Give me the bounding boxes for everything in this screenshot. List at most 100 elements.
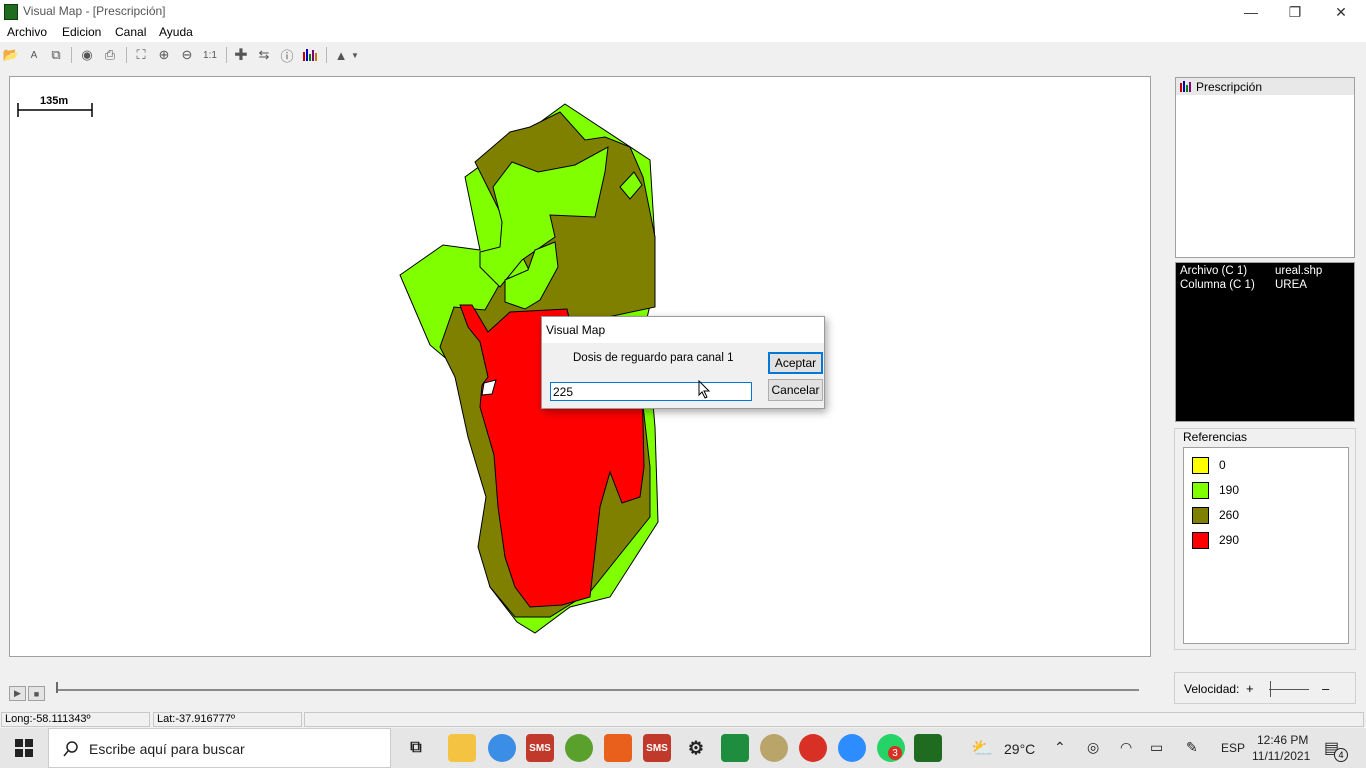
legend-item[interactable]: 190: [1192, 481, 1342, 499]
text-tool-icon[interactable]: ▲: [332, 46, 350, 64]
notification-badge: 4: [1334, 748, 1348, 762]
legend-swatch: [1192, 456, 1209, 474]
close-button[interactable]: ✕: [1318, 0, 1364, 24]
edge-icon[interactable]: [488, 734, 516, 762]
file-explorer-icon[interactable]: [448, 734, 476, 762]
status-empty: [304, 712, 1364, 727]
legend-label: 290: [1219, 533, 1240, 547]
zoom-app-icon[interactable]: [838, 734, 866, 762]
meet-icon[interactable]: ◎: [1087, 739, 1099, 756]
cancel-button[interactable]: Cancelar: [768, 379, 823, 401]
clock-date[interactable]: 11/11/2021: [1252, 749, 1310, 763]
battery-icon[interactable]: ▭: [1150, 739, 1163, 756]
globe-icon[interactable]: ◉: [78, 46, 96, 64]
wifi-icon[interactable]: ◠: [1120, 739, 1132, 756]
clock-time[interactable]: 12:46 PM: [1257, 733, 1308, 747]
chrome-icon[interactable]: [799, 734, 827, 762]
legend-item[interactable]: 260: [1192, 506, 1342, 524]
timeline-track[interactable]: [57, 689, 1139, 691]
app-orange-icon[interactable]: [604, 734, 632, 762]
dropdown-arrow-icon[interactable]: ▼: [350, 46, 360, 64]
info-icon[interactable]: ⓘ: [278, 46, 296, 64]
stop-button[interactable]: ■: [28, 686, 45, 701]
speed-slider[interactable]: [1269, 689, 1309, 690]
weather-icon[interactable]: ⛅: [971, 738, 993, 759]
task-view-icon[interactable]: ⧉: [402, 734, 430, 762]
settings-icon[interactable]: ⚙: [682, 734, 710, 762]
status-latitude: Lat:-37.916777º: [153, 712, 302, 727]
toolbar: 📂 A ⧉ ◉ ⎙ ⛶ ⊕ ⊖ 1:1 ✚ ⇆ ⓘ ▲ ▼: [0, 42, 1366, 68]
prescription-header[interactable]: Prescripción: [1176, 78, 1354, 95]
toolbar-separator: [71, 47, 72, 63]
taskbar-search[interactable]: Escribe aquí para buscar: [48, 728, 391, 768]
speed-minus-button[interactable]: –: [1322, 681, 1329, 696]
speed-slider-thumb[interactable]: [1270, 681, 1271, 697]
zoom-out-icon[interactable]: ⊖: [178, 46, 196, 64]
start-button[interactable]: [0, 728, 48, 768]
select-icon[interactable]: ⛶: [132, 46, 150, 64]
language-indicator[interactable]: ESP: [1221, 741, 1245, 755]
speed-plus-button[interactable]: +: [1246, 681, 1254, 696]
legend-item[interactable]: 0: [1192, 456, 1342, 474]
toolbar-separator: [126, 47, 127, 63]
playback-bar: ▶ ■: [0, 678, 1150, 701]
prescription-title: Prescripción: [1196, 80, 1263, 94]
paint-icon[interactable]: [760, 734, 788, 762]
chart-icon[interactable]: [301, 46, 319, 64]
windows-icon: [15, 739, 33, 757]
menu-bar: Archivo Edicion Canal Ayuda: [0, 24, 1366, 42]
menu-ayuda[interactable]: Ayuda: [159, 25, 193, 39]
sms-app-icon[interactable]: SMS: [526, 734, 554, 762]
print-icon[interactable]: ⎙: [101, 46, 119, 64]
info-key: Columna (C 1): [1180, 279, 1255, 291]
title-bar: Visual Map - [Prescripción] — ❐ ✕: [0, 0, 1366, 24]
visual-map-app-icon[interactable]: [914, 734, 942, 762]
menu-canal[interactable]: Canal: [115, 25, 146, 39]
open-folder-icon[interactable]: 📂: [2, 46, 20, 64]
toolbar-separator: [326, 47, 327, 63]
accept-button[interactable]: Aceptar: [768, 352, 823, 374]
legend-label: 0: [1219, 458, 1226, 472]
search-placeholder: Escribe aquí para buscar: [89, 741, 245, 757]
info-value: UREA: [1275, 279, 1307, 291]
spreadsheet-icon[interactable]: [721, 734, 749, 762]
play-button[interactable]: ▶: [9, 686, 26, 701]
legend-label: 260: [1219, 508, 1240, 522]
copy-icon[interactable]: ⧉: [47, 46, 65, 64]
menu-edicion[interactable]: Edicion: [62, 25, 101, 39]
chevron-up-icon[interactable]: ⌃: [1054, 739, 1066, 756]
chart-icon: [1180, 81, 1191, 92]
search-icon: [63, 741, 78, 757]
menu-archivo[interactable]: Archivo: [7, 25, 47, 39]
references-list: 0 190 260 290: [1183, 447, 1349, 644]
legend-item[interactable]: 290: [1192, 531, 1342, 549]
zoom-in-icon[interactable]: ⊕: [155, 46, 173, 64]
legend-swatch: [1192, 481, 1209, 499]
sms-app-2-icon[interactable]: SMS: [643, 734, 671, 762]
minimize-button[interactable]: —: [1228, 0, 1274, 24]
references-title: Referencias: [1183, 430, 1248, 444]
app-icon: [4, 4, 18, 20]
qgis-icon[interactable]: [565, 734, 593, 762]
prescription-panel: Prescripción: [1175, 77, 1355, 258]
speed-label: Velocidad:: [1184, 682, 1240, 696]
restore-button[interactable]: ❐: [1272, 0, 1318, 24]
move-icon[interactable]: ✚: [232, 46, 250, 64]
layer-info-panel: Archivo (C 1) ureal.shp Columna (C 1) UR…: [1175, 262, 1355, 422]
info-key: Archivo (C 1): [1180, 265, 1248, 277]
taskbar: Escribe aquí para buscar ⧉ SMS SMS ⚙ 3 ⛅…: [0, 728, 1366, 768]
dialog-prompt: Dosis de reguardo para canal 1: [573, 352, 734, 364]
whatsapp-badge: 3: [888, 746, 902, 760]
mouse-cursor-icon: [698, 380, 711, 399]
legend-swatch: [1192, 531, 1209, 549]
dose-input[interactable]: [550, 382, 752, 401]
label-icon[interactable]: A: [25, 46, 43, 64]
timeline-thumb[interactable]: [56, 682, 58, 693]
toolbar-separator: [226, 47, 227, 63]
weather-temp[interactable]: 29°C: [1004, 741, 1035, 757]
dialog-titlebar[interactable]: Visual Map: [542, 317, 824, 343]
measure-icon[interactable]: ⇆: [255, 46, 273, 64]
status-bar: Long:-58.111343º Lat:-37.916777º: [0, 711, 1366, 728]
zoom-1-1-icon[interactable]: 1:1: [201, 46, 219, 64]
pen-icon[interactable]: ✎: [1186, 739, 1198, 756]
